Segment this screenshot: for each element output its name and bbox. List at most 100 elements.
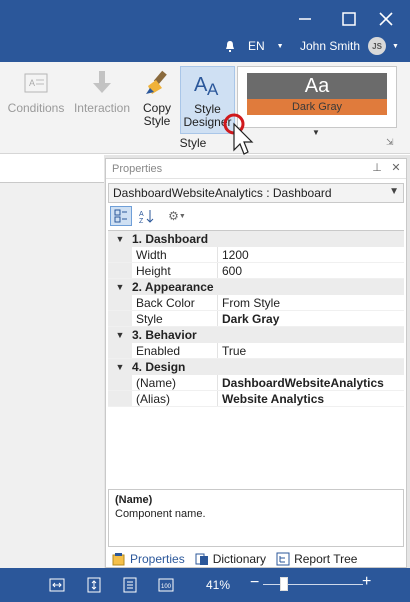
sort-az-icon: AZ: [139, 210, 154, 223]
tab-properties[interactable]: Properties: [112, 552, 185, 566]
language-selector[interactable]: EN ▼: [248, 36, 284, 56]
svg-text:Z: Z: [139, 218, 144, 223]
close-panel-icon[interactable]: ✕: [389, 161, 403, 175]
sort-alphabetical-button[interactable]: AZ: [136, 206, 158, 226]
property-name: (Name): [132, 375, 218, 390]
category-label: 1. Dashboard: [132, 232, 209, 246]
property-row-name[interactable]: (Name) DashboardWebsiteAnalytics: [108, 375, 404, 391]
property-row-alias[interactable]: (Alias) Website Analytics: [108, 391, 404, 407]
category-appearance[interactable]: ▼ 2. Appearance: [108, 279, 404, 295]
panel-tabs: Properties Dictionary Report Tree: [106, 549, 406, 569]
categorized-view-button[interactable]: [110, 206, 132, 226]
user-menu[interactable]: John Smith JS ▼: [300, 36, 399, 56]
copy-style-button[interactable]: Copy Style: [137, 66, 177, 134]
category-design[interactable]: ▼ 4. Design: [108, 359, 404, 375]
property-value[interactable]: 600: [218, 263, 404, 278]
status-bar: 100 41% − +: [0, 568, 410, 602]
description-title: (Name): [115, 494, 153, 506]
document-area: [0, 155, 104, 568]
interaction-button[interactable]: Interaction: [72, 66, 132, 134]
property-value[interactable]: DashboardWebsiteAnalytics: [218, 375, 404, 390]
fit-height-icon: [87, 577, 101, 593]
selected-component: DashboardWebsiteAnalytics : Dashboard: [113, 186, 332, 200]
minimize-button[interactable]: [294, 8, 316, 30]
chevron-down-icon: ▼: [178, 212, 186, 220]
component-selector[interactable]: DashboardWebsiteAnalytics : Dashboard ▼: [108, 183, 404, 203]
maximize-icon: [342, 12, 356, 26]
property-row-height[interactable]: Height 600: [108, 263, 404, 279]
chevron-down-icon: ▼: [392, 42, 399, 50]
property-row-width[interactable]: Width 1200: [108, 247, 404, 263]
tab-dictionary[interactable]: Dictionary: [195, 552, 266, 566]
category-dashboard[interactable]: ▼ 1. Dashboard: [108, 231, 404, 247]
close-button[interactable]: [375, 8, 397, 30]
zoom-in-button[interactable]: +: [362, 573, 371, 591]
property-row-back-color[interactable]: Back Color From Style: [108, 295, 404, 311]
property-name: Width: [132, 247, 218, 262]
property-row-style[interactable]: Style Dark Gray: [108, 311, 404, 327]
property-row-enabled[interactable]: Enabled True: [108, 343, 404, 359]
property-name: Height: [132, 263, 218, 278]
actual-size-button[interactable]: 100: [157, 576, 175, 594]
description-panel: (Name) Component name.: [108, 489, 404, 547]
mouse-cursor-icon: [223, 113, 254, 155]
categorized-icon: [114, 209, 127, 223]
properties-icon: [112, 553, 125, 566]
style-designer-icon: AA: [191, 67, 225, 101]
pin-icon[interactable]: ⊥: [370, 161, 384, 175]
ribbon-group-label: Style: [179, 136, 207, 150]
collapse-icon: ▼: [115, 362, 125, 372]
property-value[interactable]: From Style: [218, 295, 404, 310]
document-tab-strip: [0, 155, 104, 183]
notifications-button[interactable]: [224, 36, 236, 56]
property-value[interactable]: Website Analytics: [218, 391, 404, 406]
svg-text:100: 100: [161, 584, 172, 590]
settings-dropdown-button[interactable]: ⚙ ▼: [162, 206, 192, 226]
chevron-down-icon: ▼: [389, 186, 399, 197]
gallery-dropdown-icon[interactable]: ▼: [312, 128, 320, 137]
property-name: Style: [132, 311, 218, 326]
svg-text:A: A: [139, 211, 144, 218]
zoom-slider-track[interactable]: [263, 584, 363, 585]
bell-icon: [226, 41, 234, 52]
fit-height-button[interactable]: [85, 576, 103, 594]
user-name: John Smith: [300, 39, 361, 53]
properties-panel-title: Properties: [112, 162, 163, 175]
property-value[interactable]: True: [218, 343, 404, 358]
properties-toolbar: AZ ⚙ ▼: [106, 205, 406, 227]
tab-label: Report Tree: [294, 552, 358, 566]
tab-report-tree[interactable]: Report Tree: [276, 552, 357, 566]
collapse-icon: ▼: [115, 234, 125, 244]
zoom-slider-thumb[interactable]: [279, 577, 288, 591]
property-name: Enabled: [132, 343, 218, 358]
avatar: JS: [368, 37, 387, 55]
style-gallery[interactable]: Aa Dark Gray: [237, 66, 397, 128]
dialog-launcher-icon[interactable]: ⇲: [386, 137, 394, 148]
conditions-button[interactable]: A Conditions: [8, 66, 64, 134]
category-label: 2. Appearance: [132, 280, 214, 294]
property-name: (Alias): [132, 391, 218, 406]
properties-panel-header: Properties ⊥ ✕: [106, 159, 406, 179]
paint-brush-icon: [140, 66, 174, 100]
tab-label: Properties: [130, 552, 185, 566]
property-value[interactable]: Dark Gray: [218, 311, 404, 326]
ribbon: A Conditions Interaction Copy Style AA S…: [0, 62, 410, 154]
svg-text:A: A: [29, 78, 35, 88]
property-grid: ▼ 1. Dashboard Width 1200 Height 600 ▼ 2. Ap…: [108, 230, 404, 407]
title-bar: EN ▼ John Smith JS ▼: [0, 0, 410, 62]
interaction-label: Interaction: [73, 101, 131, 115]
style-preview-text: Aa: [247, 73, 387, 99]
tab-label: Dictionary: [212, 552, 267, 566]
conditions-label: Conditions: [7, 101, 65, 115]
gear-icon: ⚙: [168, 209, 179, 223]
conditions-icon: A: [19, 66, 53, 100]
zoom-out-button[interactable]: −: [250, 574, 259, 592]
fit-width-button[interactable]: [48, 576, 66, 594]
whole-page-button[interactable]: [121, 576, 139, 594]
maximize-button[interactable]: [338, 8, 360, 30]
category-label: 4. Design: [132, 360, 186, 374]
category-behavior[interactable]: ▼ 3. Behavior: [108, 327, 404, 343]
property-value[interactable]: 1200: [218, 247, 404, 262]
style-swatch-dark-gray[interactable]: Aa Dark Gray: [247, 73, 387, 121]
description-text: Component name.: [115, 508, 206, 520]
